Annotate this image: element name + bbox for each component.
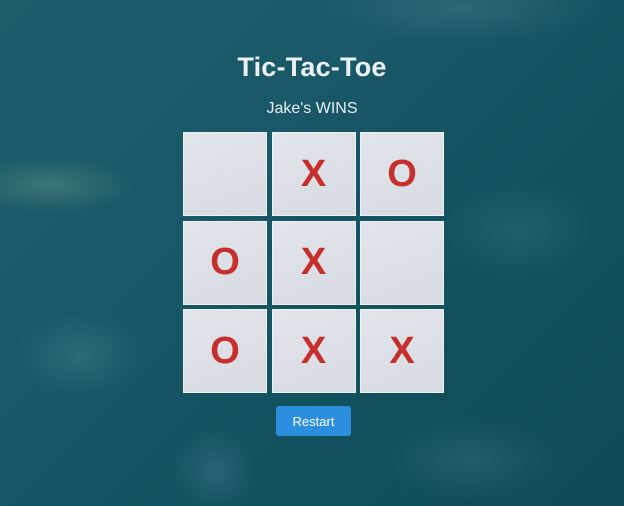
game-board: X O O X O X X xyxy=(183,132,445,394)
board-cell[interactable]: O xyxy=(360,132,444,216)
board-cell[interactable]: X xyxy=(271,220,356,305)
page-title: Tic-Tac-Toe xyxy=(237,52,387,82)
board-cell[interactable]: X xyxy=(360,309,444,393)
restart-button[interactable]: Restart xyxy=(276,406,351,436)
board-cell[interactable]: X xyxy=(271,132,356,216)
board-cell[interactable]: O xyxy=(183,220,267,305)
board-cell[interactable]: O xyxy=(183,309,267,393)
board-cell[interactable] xyxy=(360,220,444,305)
board-cell[interactable] xyxy=(183,132,267,216)
board-cell[interactable]: X xyxy=(271,309,356,393)
game-status: Jake's WINS xyxy=(266,100,358,117)
